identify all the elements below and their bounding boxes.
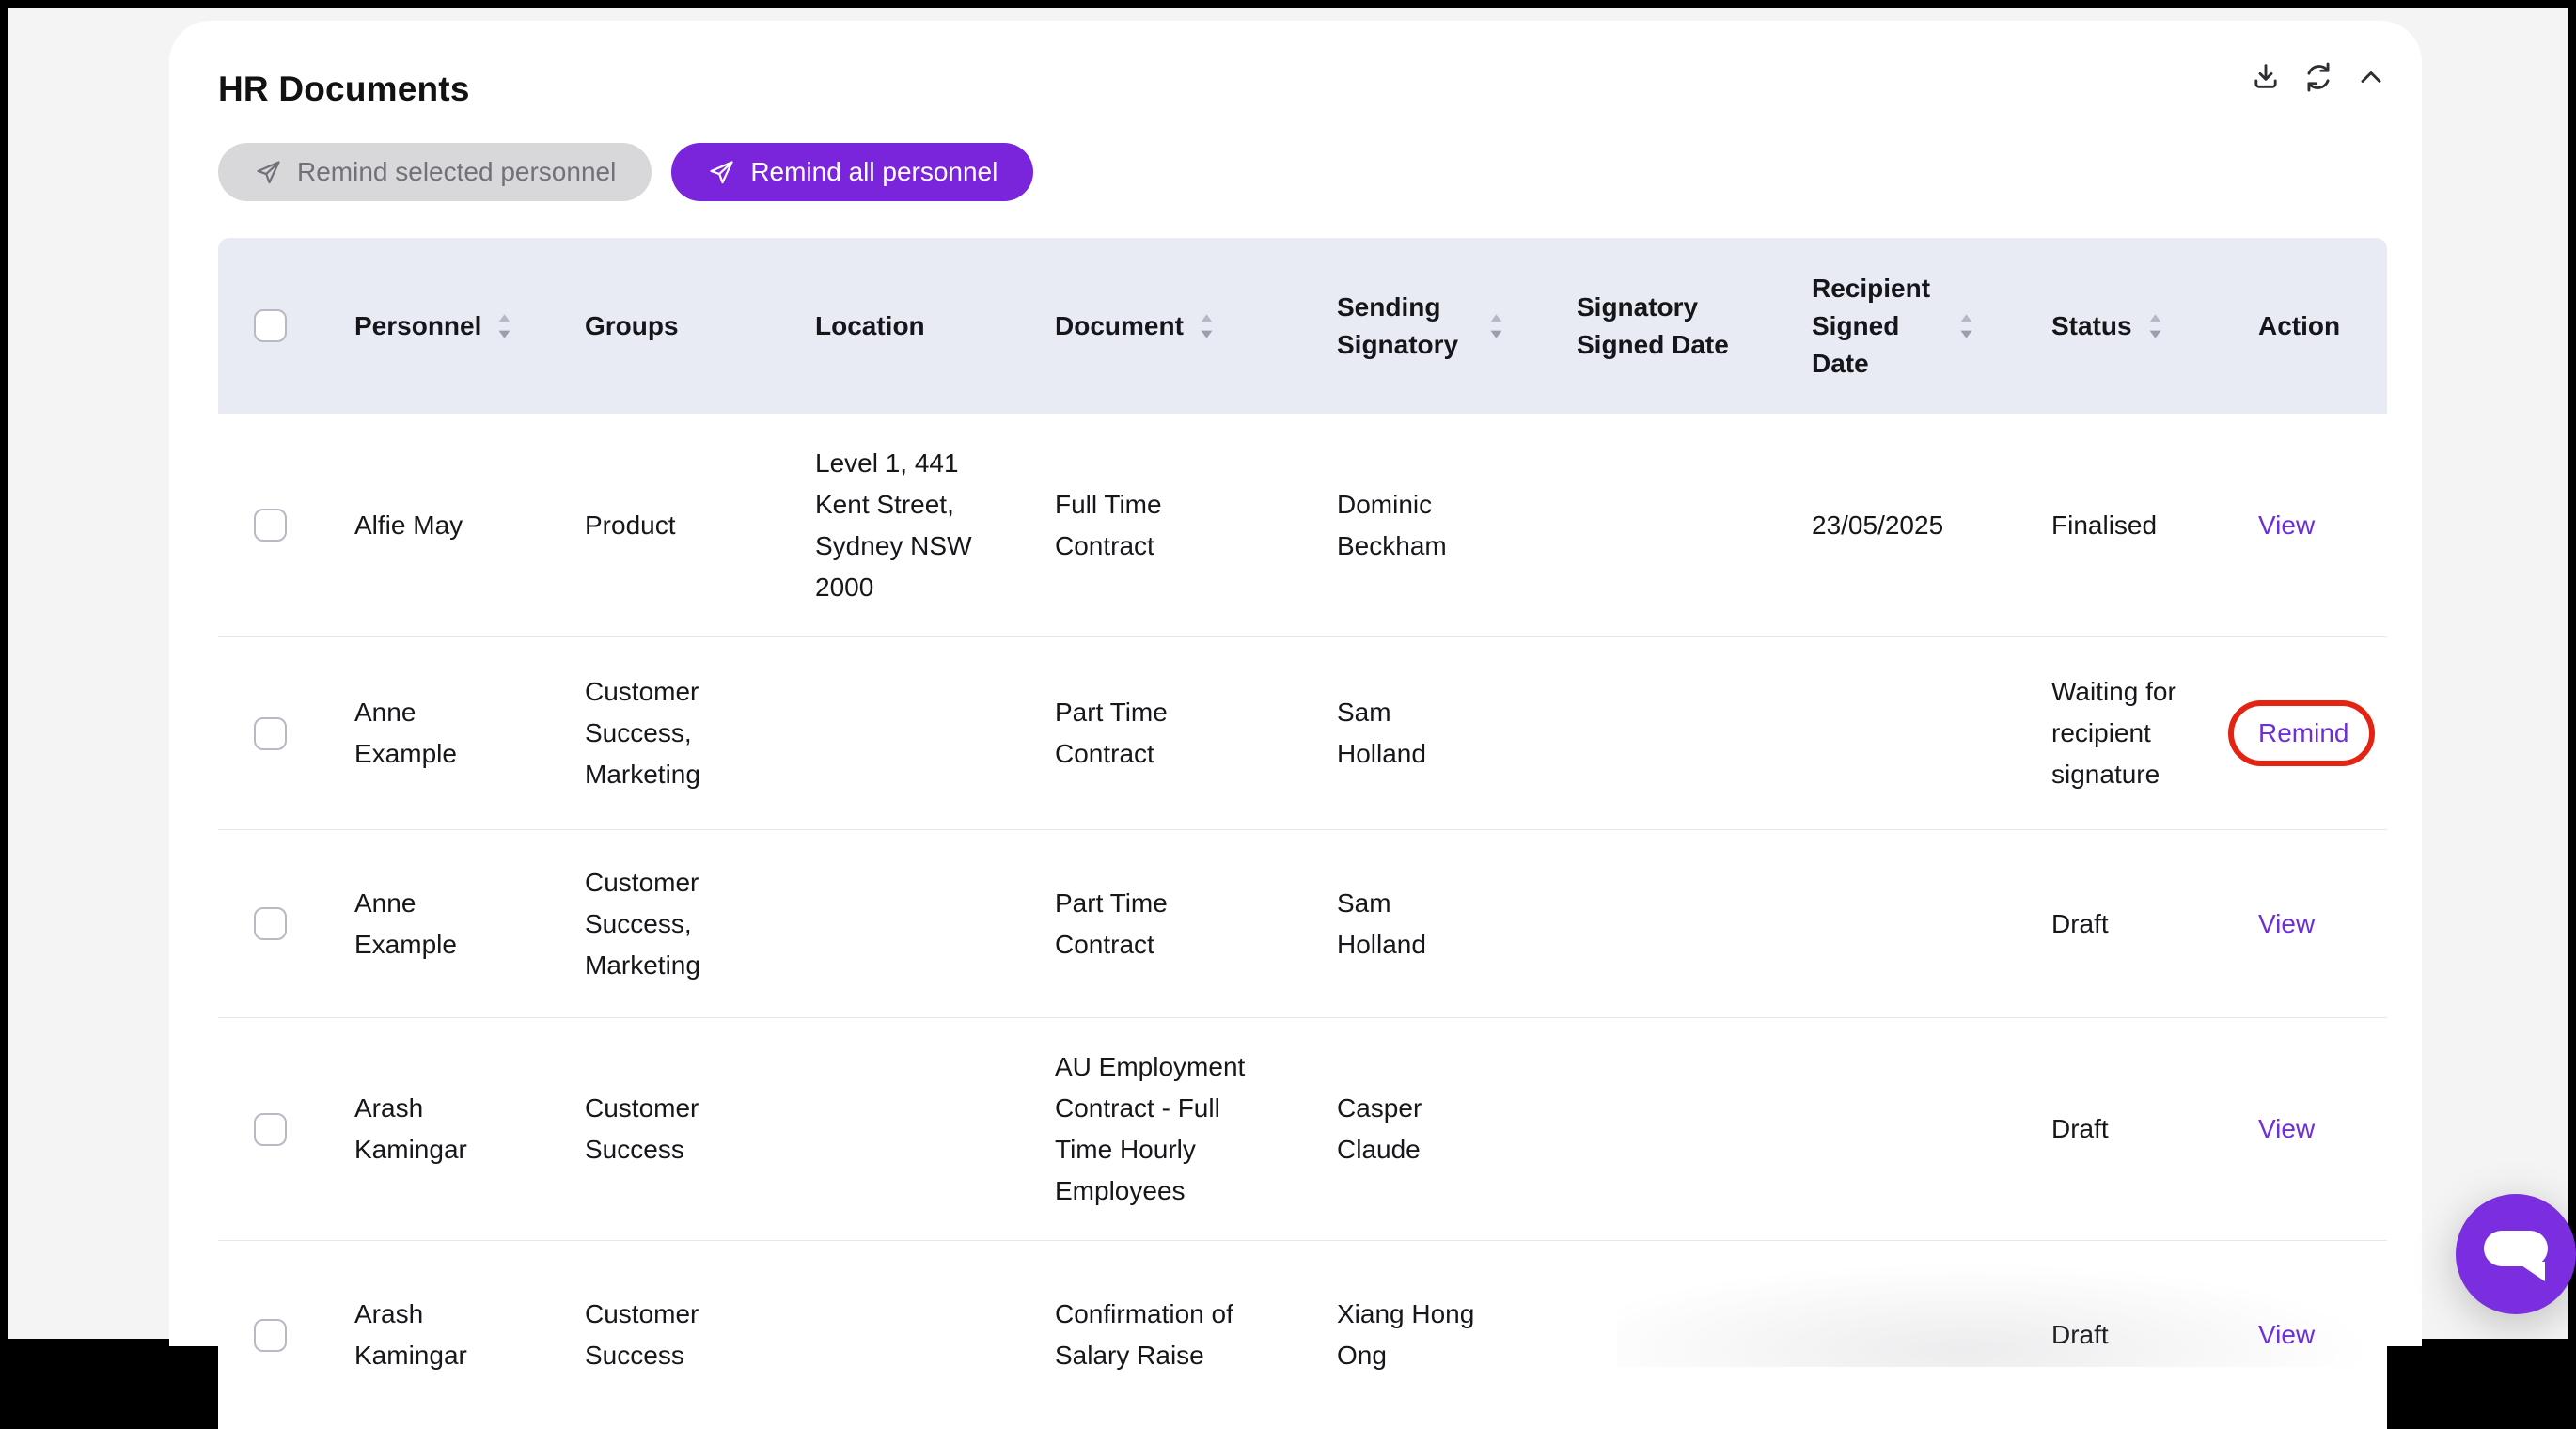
row-checkbox[interactable] (254, 717, 287, 750)
row-checkbox[interactable] (254, 907, 287, 940)
header-checkbox-cell (218, 309, 332, 342)
column-header-groups: Groups (562, 307, 793, 345)
row-checkbox[interactable] (254, 1113, 287, 1146)
column-label: Location (815, 307, 925, 345)
column-label: Groups (585, 307, 679, 345)
column-header-personnel[interactable]: Personnel (332, 307, 562, 345)
cell-document: Part Time Contract (1055, 883, 1257, 966)
refresh-icon[interactable] (2300, 58, 2337, 96)
row-checkbox-cell (218, 717, 332, 750)
table-body: Alfie May Product Level 1, 441 Kent Stre… (218, 414, 2387, 1429)
column-label: Document (1055, 307, 1184, 345)
row-checkbox-cell (218, 907, 332, 940)
row-checkbox-cell (218, 1319, 332, 1352)
action-cell: View (2258, 1114, 2315, 1144)
remind-all-button[interactable]: Remind all personnel (671, 143, 1033, 201)
download-icon[interactable] (2247, 58, 2285, 96)
table-row: Arash Kamingar Customer Success Confirma… (218, 1241, 2387, 1429)
cell-sending-signatory: Sam Holland (1337, 692, 1487, 775)
column-header-location: Location (793, 307, 1032, 345)
cell-recipient-signed-date: 23/05/2025 (1812, 505, 1943, 546)
cell-personnel: Arash Kamingar (354, 1088, 495, 1170)
cell-document: Confirmation of Salary Raise (1055, 1294, 1257, 1376)
cell-personnel: Arash Kamingar (354, 1294, 495, 1376)
column-header-signatory_signed_date: Signatory Signed Date (1554, 289, 1789, 364)
column-header-action: Action (2236, 307, 2387, 345)
paper-plane-icon (707, 158, 736, 187)
table-row: Alfie May Product Level 1, 441 Kent Stre… (218, 414, 2387, 637)
row-checkbox[interactable] (254, 1319, 287, 1352)
hr-documents-card: HR Documents Remind selected personnel (169, 21, 2422, 1346)
paper-plane-icon (254, 158, 283, 187)
cell-groups: Customer Success, Marketing (585, 862, 721, 986)
row-checkbox[interactable] (254, 509, 287, 542)
remind-selected-label: Remind selected personnel (297, 157, 616, 187)
collapse-icon[interactable] (2352, 58, 2390, 96)
table-row: Anne Example Customer Success, Marketing… (218, 830, 2387, 1018)
sort-icon[interactable] (1199, 312, 1215, 340)
cell-status: Draft (2051, 1108, 2109, 1150)
column-label: Signatory Signed Date (1577, 289, 1751, 364)
row-checkbox-cell (218, 509, 332, 542)
cell-personnel: Alfie May (354, 505, 463, 546)
cell-groups: Customer Success (585, 1294, 721, 1376)
remind-selected-button[interactable]: Remind selected personnel (218, 143, 652, 201)
cell-groups: Customer Success, Marketing (585, 671, 721, 795)
select-all-checkbox[interactable] (254, 309, 287, 342)
column-label: Action (2258, 307, 2340, 345)
cell-sending-signatory: Sam Holland (1337, 883, 1487, 966)
cell-sending-signatory: Casper Claude (1337, 1088, 1487, 1170)
chat-launcher-button[interactable] (2456, 1194, 2576, 1314)
card-toolbar (2247, 58, 2390, 96)
view-link[interactable]: View (2258, 1320, 2315, 1349)
cell-sending-signatory: Xiang Hong Ong (1337, 1294, 1487, 1376)
table-header: Personnel Groups Location Document Sending… (218, 238, 2387, 414)
hr-documents-table: Personnel Groups Location Document Sending… (218, 238, 2387, 1429)
remind-actions: Remind selected personnel Remind all per… (218, 143, 1033, 201)
cell-location: Level 1, 441 Kent Street, Sydney NSW 200… (815, 443, 980, 608)
cell-document: Full Time Contract (1055, 484, 1257, 567)
cell-document: AU Employment Contract - Full Time Hourl… (1055, 1046, 1257, 1212)
column-label: Recipient Signed Date (1812, 270, 1943, 383)
cell-status: Draft (2051, 1314, 2109, 1356)
column-header-status[interactable]: Status (2029, 307, 2236, 345)
cell-status: Draft (2051, 903, 2109, 945)
page-background: HR Documents Remind selected personnel (0, 0, 2576, 1346)
cell-personnel: Anne Example (354, 692, 495, 775)
cell-sending-signatory: Dominic Beckham (1337, 484, 1487, 567)
cell-status: Finalised (2051, 505, 2157, 546)
row-checkbox-cell (218, 1113, 332, 1146)
sort-icon[interactable] (1488, 312, 1504, 340)
sort-icon[interactable] (496, 312, 512, 340)
table-row: Arash Kamingar Customer Success AU Emplo… (218, 1018, 2387, 1241)
remind-link[interactable]: Remind (2258, 718, 2348, 747)
action-cell: View (2258, 1320, 2315, 1350)
column-header-recipient_signed_date[interactable]: Recipient Signed Date (1789, 270, 2029, 383)
cell-groups: Customer Success (585, 1088, 721, 1170)
view-link[interactable]: View (2258, 1114, 2315, 1143)
column-header-sending_signatory[interactable]: Sending Signatory (1314, 289, 1554, 364)
cell-personnel: Anne Example (354, 883, 495, 966)
chat-bubble-icon (2456, 1194, 2576, 1314)
table-row: Anne Example Customer Success, Marketing… (218, 637, 2387, 830)
sort-icon[interactable] (2147, 312, 2163, 340)
action-cell: Remind (2258, 718, 2348, 748)
remind-all-label: Remind all personnel (750, 157, 997, 187)
column-label: Status (2051, 307, 2132, 345)
cell-status: Waiting for recipient signature (2051, 671, 2197, 795)
action-cell: View (2258, 510, 2315, 541)
page-title: HR Documents (218, 70, 470, 109)
column-header-document[interactable]: Document (1032, 307, 1314, 345)
action-cell: View (2258, 909, 2315, 939)
view-link[interactable]: View (2258, 909, 2315, 938)
sort-icon[interactable] (1958, 312, 1974, 340)
column-label: Sending Signatory (1337, 289, 1473, 364)
cell-groups: Product (585, 505, 676, 546)
view-link[interactable]: View (2258, 510, 2315, 540)
column-label: Personnel (354, 307, 481, 345)
cell-document: Part Time Contract (1055, 692, 1257, 775)
